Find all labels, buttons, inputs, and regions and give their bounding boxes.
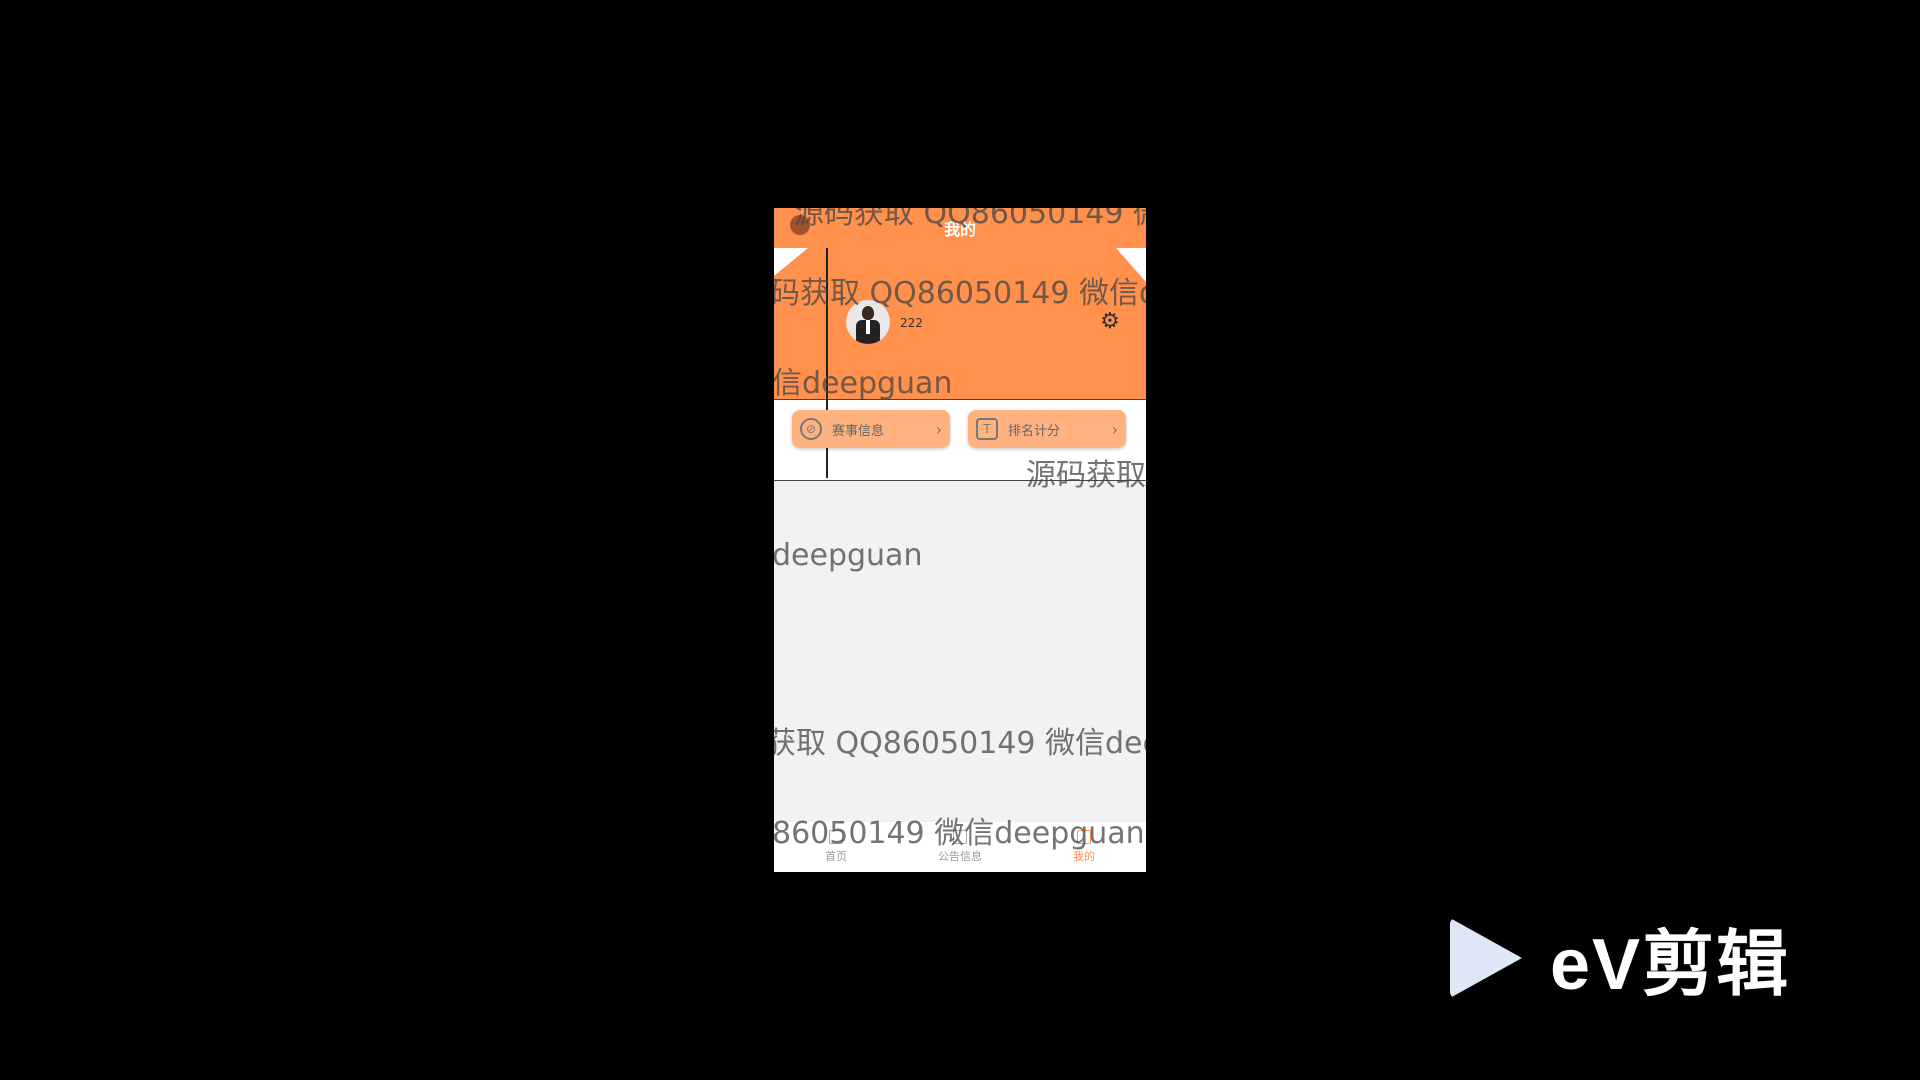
watermark-text: 源码获取 (1026, 458, 1146, 493)
chevron-right-icon: › (935, 419, 942, 439)
ranking-score-button[interactable]: T 排名计分 › (968, 410, 1126, 448)
play-icon (1450, 917, 1522, 998)
watermark-text: 源码获取 QQ86050149 微信deepguan (794, 208, 1146, 231)
watermark-text: 获取 QQ86050149 微信deep (774, 726, 1146, 761)
ranking-score-label: 排名计分 (1008, 423, 1061, 439)
gear-icon[interactable]: ⚙ (1098, 310, 1122, 334)
username: 222 (900, 316, 923, 330)
brand-logo: eV剪辑 (1450, 905, 1790, 1010)
phone-screen: 我的 222 ⚙ ⊘ 赛事信息 › T 排名计分 › 首页 公告信息 我的 源码… (774, 208, 1146, 872)
watermark-text: 信deepguan (774, 366, 953, 401)
shirt-icon: T (976, 418, 998, 440)
watermark-text: deepguan (774, 538, 923, 573)
watermark-text: 码获取 QQ86050149 微信d (774, 276, 1146, 311)
event-info-label: 赛事信息 (832, 423, 885, 439)
brand-name: eV剪辑 (1550, 925, 1791, 1005)
compass-icon: ⊘ (800, 418, 822, 440)
chevron-right-icon: › (1111, 419, 1118, 439)
watermark-text: 86050149 微信deepguan (774, 816, 1145, 851)
event-info-button[interactable]: ⊘ 赛事信息 › (792, 410, 950, 448)
